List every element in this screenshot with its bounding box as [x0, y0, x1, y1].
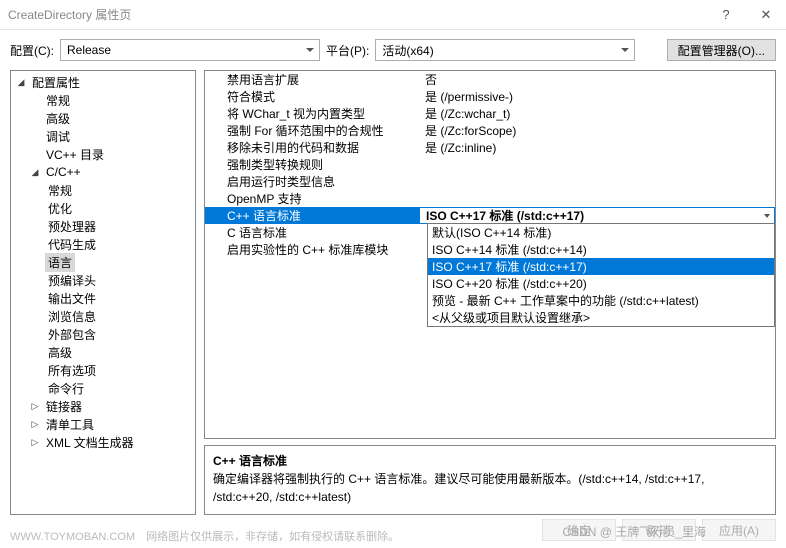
prop-row[interactable]: 启用运行时类型信息: [205, 173, 775, 190]
description-box: C++ 语言标准 确定编译器将强制执行的 C++ 语言标准。建议尽可能使用最新版…: [204, 445, 776, 515]
config-manager-button[interactable]: 配置管理器(O)...: [667, 39, 776, 61]
watermark-author: CSDN @ 王牌飞行员_里海: [562, 523, 706, 540]
dropdown-option-selected[interactable]: ISO C++17 标准 (/std:c++17): [428, 258, 774, 275]
platform-combo[interactable]: 活动(x64): [375, 39, 635, 61]
tree-item[interactable]: 常规: [11, 91, 195, 109]
collapse-icon[interactable]: ◢: [29, 166, 41, 178]
tree-item[interactable]: 预编译头: [11, 271, 195, 289]
tree-linker[interactable]: ▷链接器: [11, 397, 195, 415]
property-grid[interactable]: 禁用语言扩展 否 符合模式 是 (/permissive-) 将 WChar_t…: [204, 70, 776, 439]
titlebar: CreateDirectory 属性页 ? ✕: [0, 0, 786, 30]
tree-item[interactable]: 高级: [11, 343, 195, 361]
platform-label: 平台(P):: [326, 42, 369, 59]
expand-icon[interactable]: ▷: [29, 400, 41, 412]
tree-item[interactable]: 外部包含: [11, 325, 195, 343]
cpp-standard-options[interactable]: 默认(ISO C++14 标准) ISO C++14 标准 (/std:c++1…: [427, 223, 775, 327]
prop-row[interactable]: OpenMP 支持: [205, 190, 775, 207]
description-text: 确定编译器将强制执行的 C++ 语言标准。建议尽可能使用最新版本。(/std:c…: [213, 470, 767, 506]
tree-item[interactable]: 预处理器: [11, 217, 195, 235]
dropdown-option[interactable]: 默认(ISO C++14 标准): [428, 224, 774, 241]
tree-item[interactable]: 代码生成: [11, 235, 195, 253]
config-toolbar: 配置(C): Release 平台(P): 活动(x64) 配置管理器(O)..…: [0, 30, 786, 70]
category-tree[interactable]: ◢ 配置属性 常规 高级 调试 VC++ 目录 ◢C/C++ 常规 优化 预处理…: [10, 70, 196, 515]
cpp-standard-dropdown[interactable]: ISO C++17 标准 (/std:c++17): [419, 207, 775, 224]
prop-row[interactable]: 强制 For 循环范围中的合规性 是 (/Zc:forScope): [205, 122, 775, 139]
config-combo[interactable]: Release: [60, 39, 320, 61]
tree-root[interactable]: ◢ 配置属性: [11, 73, 195, 91]
tree-item[interactable]: 命令行: [11, 379, 195, 397]
config-label: 配置(C):: [10, 42, 54, 59]
tree-item[interactable]: VC++ 目录: [11, 145, 195, 163]
main-area: ◢ 配置属性 常规 高级 调试 VC++ 目录 ◢C/C++ 常规 优化 预处理…: [0, 70, 786, 515]
right-panel: 禁用语言扩展 否 符合模式 是 (/permissive-) 将 WChar_t…: [204, 70, 776, 515]
tree-item[interactable]: 常规: [11, 181, 195, 199]
dropdown-option[interactable]: ISO C++20 标准 (/std:c++20): [428, 275, 774, 292]
dropdown-option[interactable]: 预览 - 最新 C++ 工作草案中的功能 (/std:c++latest): [428, 292, 774, 309]
platform-value: 活动(x64): [382, 42, 433, 59]
watermark: WWW.TOYMOBAN.COM 网络图片仅供展示，非存储，如有侵权请联系删除。: [10, 528, 399, 544]
config-value: Release: [67, 43, 111, 57]
tree-item[interactable]: 高级: [11, 109, 195, 127]
prop-row[interactable]: 移除未引用的代码和数据 是 (/Zc:inline): [205, 139, 775, 156]
dropdown-option[interactable]: <从父级或项目默认设置继承>: [428, 309, 774, 326]
expand-icon[interactable]: ▷: [29, 436, 41, 448]
description-title: C++ 语言标准: [213, 452, 767, 470]
tree-item[interactable]: 调试: [11, 127, 195, 145]
tree-item[interactable]: 浏览信息: [11, 307, 195, 325]
expand-icon[interactable]: ▷: [29, 418, 41, 430]
tree-cpp[interactable]: ◢C/C++: [11, 163, 195, 181]
tree-item[interactable]: 优化: [11, 199, 195, 217]
prop-row[interactable]: 将 WChar_t 视为内置类型 是 (/Zc:wchar_t): [205, 105, 775, 122]
tree-item[interactable]: 所有选项: [11, 361, 195, 379]
prop-row[interactable]: 禁用语言扩展 否: [205, 71, 775, 88]
help-button[interactable]: ?: [706, 0, 746, 30]
prop-row[interactable]: 符合模式 是 (/permissive-): [205, 88, 775, 105]
prop-row-cpp-standard[interactable]: C++ 语言标准 ISO C++17 标准 (/std:c++17): [205, 207, 775, 224]
prop-row[interactable]: 强制类型转换规则: [205, 156, 775, 173]
window-title: CreateDirectory 属性页: [8, 6, 706, 23]
tree-item[interactable]: 输出文件: [11, 289, 195, 307]
close-button[interactable]: ✕: [746, 0, 786, 30]
dropdown-option[interactable]: ISO C++14 标准 (/std:c++14): [428, 241, 774, 258]
tree-item-language[interactable]: 语言: [11, 253, 195, 271]
apply-button[interactable]: 应用(A): [702, 519, 776, 541]
collapse-icon[interactable]: ◢: [15, 76, 27, 88]
tree-xml[interactable]: ▷XML 文档生成器: [11, 433, 195, 451]
tree-manifest[interactable]: ▷清单工具: [11, 415, 195, 433]
